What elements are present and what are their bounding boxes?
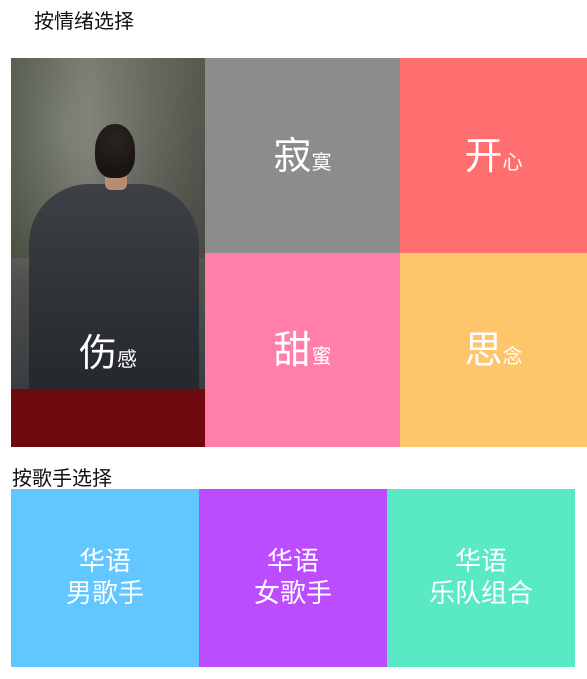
mood-big-char: 伤 <box>78 331 117 375</box>
mood-label-sad: 伤 感 <box>79 331 137 375</box>
mood-small-char: 感 <box>117 347 137 371</box>
singer-label-line2: 男歌手 <box>65 579 144 609</box>
mood-label-sweet: 甜 蜜 <box>273 328 331 372</box>
mood-section-title: 按情绪选择 <box>34 9 134 33</box>
mood-big-char: 甜 <box>273 328 312 372</box>
mood-small-char: 念 <box>502 344 523 368</box>
mood-tile-happy[interactable]: 开 心 <box>400 58 587 253</box>
mood-small-char: 寞 <box>311 149 332 174</box>
mood-tile-missing[interactable]: 思 念 <box>400 253 587 447</box>
singer-label-line2: 女歌手 <box>253 579 332 609</box>
mood-label-lonely: 寂 寞 <box>273 134 331 178</box>
person-head-image <box>95 124 135 178</box>
singer-label-line1: 华语 <box>454 547 507 577</box>
sad-tile-bottom-band <box>11 389 205 447</box>
mood-label-missing: 思 念 <box>464 328 522 372</box>
mood-tile-lonely[interactable]: 寂 寞 <box>205 58 400 253</box>
mood-label-happy: 开 心 <box>464 134 522 178</box>
singer-label-line1: 华语 <box>78 547 131 577</box>
singer-tile-female[interactable]: 华语 女歌手 <box>199 489 387 667</box>
singer-tile-male[interactable]: 华语 男歌手 <box>11 489 199 667</box>
mood-big-char: 开 <box>464 133 503 178</box>
singer-label-line2: 乐队组合 <box>428 579 533 609</box>
singer-label-line1: 华语 <box>266 547 319 577</box>
mood-big-char: 寂 <box>273 133 312 178</box>
mood-tile-sweet[interactable]: 甜 蜜 <box>205 253 400 447</box>
singer-section-title: 按歌手选择 <box>12 466 112 490</box>
singer-tile-band[interactable]: 华语 乐队组合 <box>387 489 575 667</box>
person-back-image <box>29 184 199 414</box>
mood-small-char: 心 <box>502 149 523 174</box>
mood-small-char: 蜜 <box>311 344 332 368</box>
mood-big-char: 思 <box>464 328 503 372</box>
mood-tile-sad[interactable]: 伤 感 <box>11 58 205 447</box>
